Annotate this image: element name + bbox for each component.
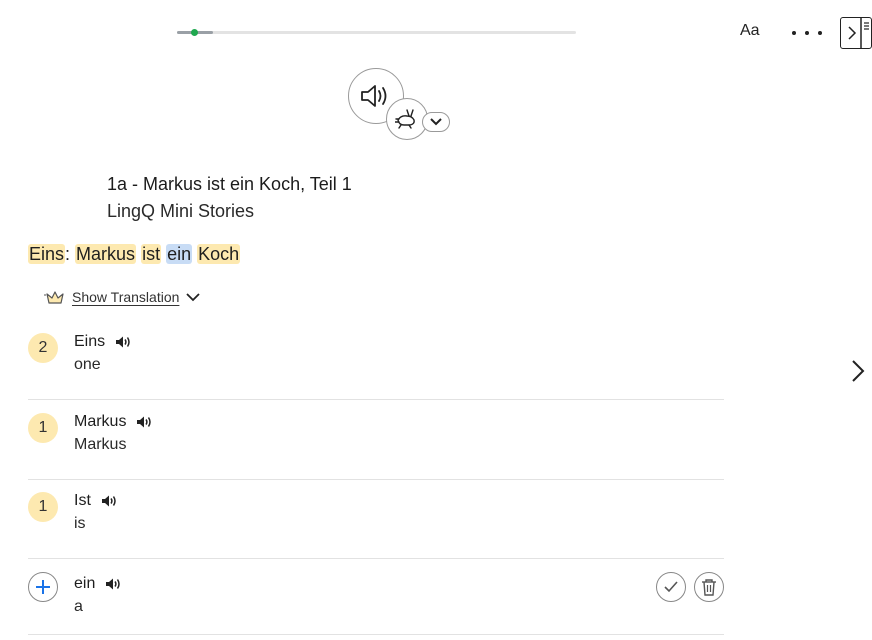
word-status-badge[interactable]: 1 bbox=[28, 413, 58, 443]
speaker-icon bbox=[361, 85, 387, 107]
sidebar-toggle-button[interactable] bbox=[840, 17, 872, 49]
sentence-word-selected[interactable]: ein bbox=[166, 244, 193, 264]
check-icon bbox=[664, 581, 678, 593]
word-list-item[interactable]: 2 Eins one bbox=[28, 321, 724, 400]
speaker-icon[interactable] bbox=[115, 335, 131, 349]
lesson-progress-marker[interactable] bbox=[191, 29, 198, 36]
lesson-progress-bar[interactable] bbox=[177, 29, 576, 36]
word-term-text: ein bbox=[74, 575, 96, 592]
chevron-right-icon bbox=[852, 360, 865, 382]
word-term: Markus bbox=[74, 413, 152, 431]
plus-icon bbox=[36, 580, 50, 594]
word-meaning: one bbox=[74, 356, 101, 373]
hare-icon bbox=[395, 109, 415, 129]
word-term: Eins bbox=[74, 333, 131, 351]
sentence-word[interactable]: Koch bbox=[197, 244, 241, 264]
word-term: ein bbox=[74, 575, 121, 593]
chevron-down-icon bbox=[430, 118, 442, 126]
next-sentence-button[interactable] bbox=[846, 358, 870, 384]
word-list-item[interactable]: 1 Ist is bbox=[28, 480, 724, 559]
add-lingq-button[interactable] bbox=[28, 572, 58, 602]
chevron-down-icon bbox=[186, 293, 201, 302]
word-term-text: Ist bbox=[74, 492, 91, 509]
lesson-title: 1a - Markus ist ein Koch, Teil 1 bbox=[107, 174, 352, 194]
word-meaning: a bbox=[74, 598, 83, 615]
speed-dropdown-button[interactable] bbox=[422, 112, 450, 132]
sentence-word[interactable]: Eins bbox=[28, 244, 66, 264]
sentence-punctuation: : bbox=[65, 244, 71, 264]
ignore-word-button[interactable] bbox=[694, 572, 724, 602]
more-dots-icon bbox=[792, 31, 796, 35]
show-translation-label[interactable]: Show Translation bbox=[72, 289, 179, 305]
show-translation-toggle[interactable]: Show Translation bbox=[44, 289, 201, 305]
word-status-badge[interactable]: 2 bbox=[28, 333, 58, 363]
trash-icon bbox=[702, 579, 716, 596]
crown-icon bbox=[44, 291, 64, 304]
sentence-word[interactable]: Markus bbox=[75, 244, 137, 264]
word-list-item[interactable]: 1 Markus Markus bbox=[28, 401, 724, 480]
word-term: Ist bbox=[74, 492, 117, 510]
speaker-icon[interactable] bbox=[105, 577, 121, 591]
word-meaning: Markus bbox=[74, 436, 127, 453]
speaker-icon[interactable] bbox=[101, 494, 117, 508]
word-term-text: Eins bbox=[74, 333, 106, 350]
word-meaning: is bbox=[74, 515, 86, 532]
word-list-item[interactable]: ein a bbox=[28, 556, 724, 635]
word-status-badge[interactable]: 1 bbox=[28, 492, 58, 522]
course-title[interactable]: LingQ Mini Stories bbox=[107, 201, 254, 222]
word-term-text: Markus bbox=[74, 413, 127, 430]
mark-known-button[interactable] bbox=[656, 572, 686, 602]
sidebar-toggle-icon bbox=[848, 18, 869, 48]
font-settings-button[interactable]: Aa bbox=[740, 22, 760, 40]
speaker-icon[interactable] bbox=[136, 415, 152, 429]
sentence-text: Eins: Markus ist ein Koch bbox=[28, 242, 241, 266]
sentence-word[interactable]: ist bbox=[141, 244, 162, 264]
more-options-button[interactable] bbox=[792, 22, 822, 44]
